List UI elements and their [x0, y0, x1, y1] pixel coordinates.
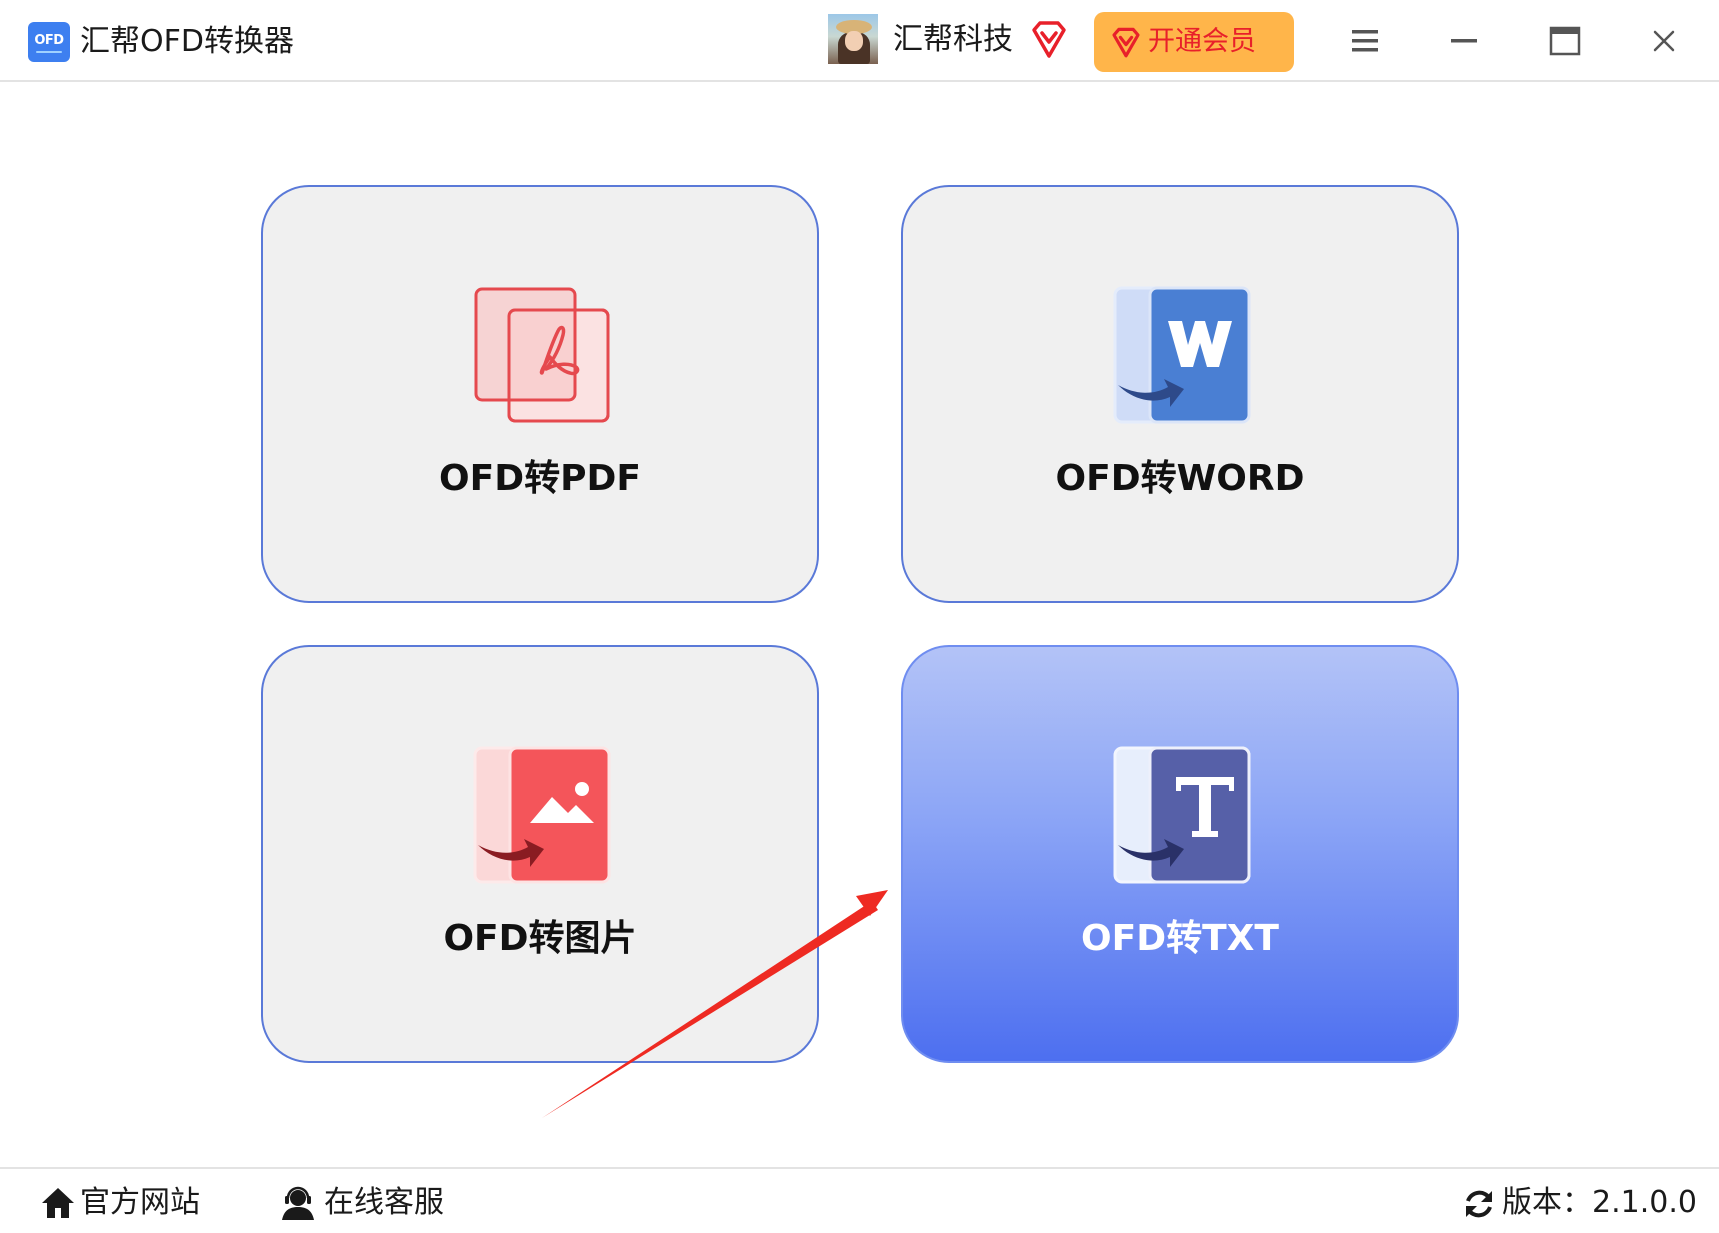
menu-button[interactable]	[1335, 18, 1395, 64]
card-ofd-to-word[interactable]: OFD转WORD	[901, 185, 1459, 603]
official-website-link[interactable]: 官方网站	[40, 1183, 210, 1223]
title-bar: OFD 汇帮OFD转换器 汇帮科技 开通会员	[0, 0, 1719, 82]
txt-icon	[1113, 746, 1251, 884]
app-logo-icon: OFD	[28, 22, 70, 62]
image-icon	[473, 746, 611, 884]
card-label: OFD转图片	[443, 918, 637, 959]
open-vip-button[interactable]: 开通会员	[1094, 12, 1294, 72]
app-title: 汇帮OFD转换器	[80, 24, 294, 59]
online-support-label: 在线客服	[324, 1185, 444, 1220]
maximize-icon	[1549, 26, 1581, 56]
minimize-icon	[1451, 39, 1477, 43]
home-icon	[42, 1188, 74, 1218]
maximize-button[interactable]	[1534, 18, 1594, 64]
footer-bar: 官方网站 在线客服 版本：2.1.0.0	[0, 1167, 1719, 1233]
version-label: 版本：2.1.0.0	[1502, 1185, 1697, 1220]
vip-diamond-icon	[1032, 21, 1066, 58]
card-ofd-to-pdf[interactable]: OFD转PDF	[261, 185, 819, 603]
card-ofd-to-txt[interactable]: OFD转TXT	[901, 645, 1459, 1063]
close-button[interactable]	[1634, 18, 1694, 64]
card-label: OFD转PDF	[439, 458, 641, 499]
card-label: OFD转WORD	[1055, 458, 1305, 499]
minimize-button[interactable]	[1434, 18, 1494, 64]
card-ofd-to-image[interactable]: OFD转图片	[261, 645, 819, 1063]
hamburger-menu-icon	[1352, 30, 1378, 52]
company-name: 汇帮科技	[893, 22, 1013, 57]
pdf-icon	[474, 287, 610, 423]
annotation-arrow	[542, 890, 888, 1118]
refresh-icon	[1466, 1190, 1492, 1218]
online-support-link[interactable]: 在线客服	[280, 1183, 450, 1223]
user-avatar[interactable]	[828, 14, 878, 64]
close-icon	[1653, 30, 1675, 52]
official-website-label: 官方网站	[80, 1185, 200, 1220]
open-vip-label: 开通会员	[1148, 26, 1256, 57]
card-label: OFD转TXT	[1081, 918, 1279, 959]
headset-user-icon	[282, 1186, 314, 1220]
vip-diamond-icon	[1112, 27, 1140, 58]
app-logo-text: OFD	[34, 33, 64, 48]
word-icon	[1113, 286, 1251, 424]
